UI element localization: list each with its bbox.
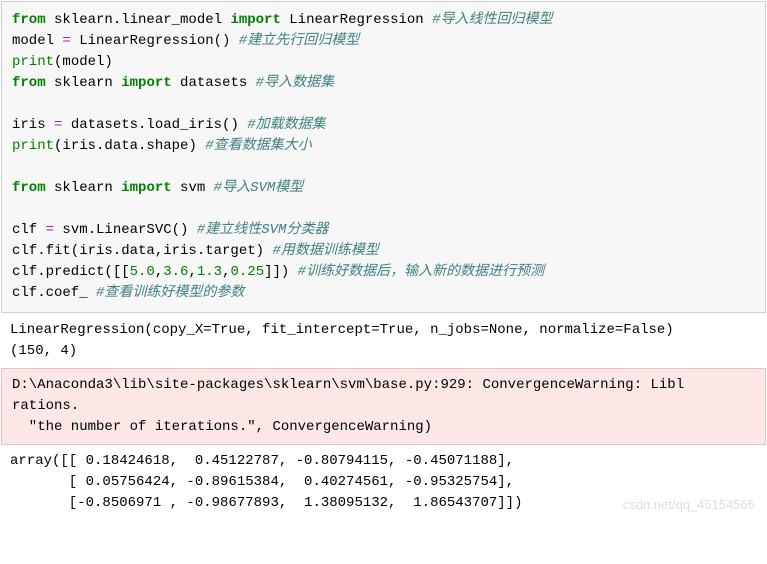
- identifier: LinearRegression: [281, 12, 432, 28]
- output-cell-1: LinearRegression(copy_X=True, fit_interc…: [0, 314, 767, 368]
- keyword-from: from: [12, 180, 46, 196]
- warning-line: D:\Anaconda3\lib\site-packages\sklearn\s…: [12, 377, 684, 393]
- number: 5.0: [130, 264, 155, 280]
- comment: #训练好数据后，输入新的数据进行预测: [298, 264, 544, 280]
- warning-cell: D:\Anaconda3\lib\site-packages\sklearn\s…: [1, 368, 766, 445]
- warning-line: "the number of iterations.", Convergence…: [12, 419, 432, 435]
- output-line: LinearRegression(copy_X=True, fit_interc…: [10, 322, 674, 338]
- keyword-from: from: [12, 12, 46, 28]
- comment: #建立先行回归模型: [239, 33, 359, 49]
- comment: #用数据训练模型: [272, 243, 378, 259]
- output-line: [-0.8506971 , -0.98677893, 1.38095132, 1…: [10, 495, 522, 511]
- code-text: LinearRegression(): [71, 33, 239, 49]
- comment: #导入SVM模型: [214, 180, 304, 196]
- keyword-import: import: [121, 180, 171, 196]
- code-cell[interactable]: from sklearn.linear_model import LinearR…: [1, 1, 766, 313]
- comment: #导入数据集: [256, 75, 334, 91]
- comma: ,: [155, 264, 163, 280]
- output-cell-2: array([[ 0.18424618, 0.45122787, -0.8079…: [0, 445, 767, 520]
- code-text: clf: [12, 222, 46, 238]
- number: 3.6: [163, 264, 188, 280]
- module-name: sklearn.linear_model: [46, 12, 231, 28]
- code-text: clf.coef_: [12, 285, 96, 301]
- comment: #查看数据集大小: [205, 138, 311, 154]
- warning-line: rations.: [12, 398, 79, 414]
- comment: #导入线性回归模型: [432, 12, 552, 28]
- code-text: clf.predict([[: [12, 264, 130, 280]
- code-text: ]]): [264, 264, 298, 280]
- number: 0.25: [231, 264, 265, 280]
- identifier: datasets: [172, 75, 256, 91]
- operator: =: [46, 222, 54, 238]
- code-text: clf.fit(iris.data,iris.target): [12, 243, 272, 259]
- module-name: sklearn: [46, 75, 122, 91]
- comment: #建立线性SVM分类器: [197, 222, 329, 238]
- keyword-import: import: [230, 12, 280, 28]
- code-text: (model): [54, 54, 113, 70]
- builtin-print: print: [12, 138, 54, 154]
- code-text: (iris.data.shape): [54, 138, 205, 154]
- keyword-import: import: [121, 75, 171, 91]
- output-line: [ 0.05756424, -0.89615384, 0.40274561, -…: [10, 474, 514, 490]
- code-text: iris: [12, 117, 54, 133]
- identifier: svm: [172, 180, 214, 196]
- number: 1.3: [197, 264, 222, 280]
- keyword-from: from: [12, 75, 46, 91]
- output-line: (150, 4): [10, 343, 77, 359]
- comma: ,: [188, 264, 196, 280]
- comment: #加载数据集: [247, 117, 325, 133]
- output-line: array([[ 0.18424618, 0.45122787, -0.8079…: [10, 453, 514, 469]
- code-text: svm.LinearSVC(): [54, 222, 197, 238]
- builtin-print: print: [12, 54, 54, 70]
- comma: ,: [222, 264, 230, 280]
- code-text: model: [12, 33, 62, 49]
- comment: #查看训练好模型的参数: [96, 285, 244, 301]
- module-name: sklearn: [46, 180, 122, 196]
- operator: =: [62, 33, 70, 49]
- code-text: datasets.load_iris(): [62, 117, 247, 133]
